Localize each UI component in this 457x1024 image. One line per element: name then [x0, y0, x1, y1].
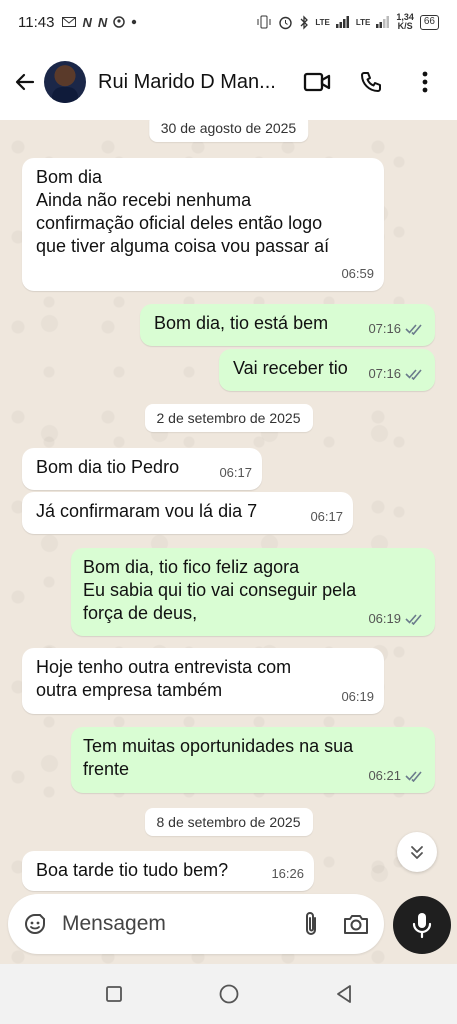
camera-icon — [344, 915, 368, 934]
video-call-icon — [303, 72, 331, 92]
battery-indicator: 66 — [419, 14, 439, 30]
message-time: 06:19 — [341, 689, 374, 704]
back-triangle-icon — [336, 985, 351, 1003]
voice-call-button[interactable] — [355, 66, 387, 98]
incoming-message[interactable]: Já confirmaram vou lá dia 7 06:17 — [22, 492, 353, 534]
more-options-button[interactable] — [409, 66, 441, 98]
sticker-button[interactable] — [22, 911, 48, 937]
mic-icon — [412, 913, 432, 939]
message-text: Bom dia Ainda não recebi nenhuma confirm… — [36, 167, 330, 256]
more-vert-icon — [422, 71, 428, 93]
double-check-icon — [405, 323, 422, 335]
sticker-icon — [24, 914, 45, 934]
lte-signal-1: LTE — [315, 17, 330, 27]
message-time: 07:16 — [368, 321, 401, 336]
message-time: 06:19 — [368, 611, 401, 626]
incoming-message[interactable]: Hoje tenho outra entrevista com outra em… — [22, 648, 384, 714]
system-nav-bar — [0, 964, 457, 1024]
home-circle-icon — [219, 984, 238, 1004]
message-time: 06:17 — [310, 509, 343, 524]
double-check-icon — [405, 368, 422, 380]
chat-header: Rui Marido D Man... — [0, 44, 457, 120]
date-separator: 2 de setembro de 2025 — [144, 404, 313, 432]
home-button[interactable] — [218, 983, 240, 1005]
attach-button[interactable] — [302, 910, 320, 938]
date-separator: 8 de setembro de 2025 — [144, 808, 313, 836]
outgoing-message[interactable]: Bom dia, tio está bem 07:16 — [140, 304, 435, 346]
netflix-icon: N — [82, 14, 92, 30]
bluetooth-icon — [300, 14, 309, 30]
signal-icon — [376, 16, 390, 28]
recents-button[interactable] — [105, 985, 123, 1003]
outgoing-message[interactable]: Bom dia, tio fico feliz agora Eu sabia q… — [71, 548, 435, 636]
incoming-message[interactable]: Bom dia tio Pedro 06:17 — [22, 448, 262, 490]
double-chevron-down-icon — [411, 846, 423, 859]
message-time: 06:21 — [368, 768, 401, 783]
avatar[interactable] — [44, 61, 86, 103]
dot-icon — [132, 19, 137, 25]
chat-area[interactable]: 30 de agosto de 2025 Bom dia Ainda não r… — [0, 120, 457, 964]
alarm-icon — [279, 16, 293, 29]
message-text: Boa tarde tio tudo bem? — [36, 860, 229, 880]
message-time: 07:16 — [368, 366, 401, 381]
message-text: Já confirmaram vou lá dia 7 — [36, 501, 258, 521]
network-speed: 1,34 K/S — [396, 12, 414, 31]
recents-square-icon — [105, 986, 122, 1002]
video-call-button[interactable] — [301, 66, 333, 98]
status-bar: 11:43 N N LTE LTE 1,34 K/S 66 — [0, 0, 457, 44]
outgoing-message[interactable]: Vai receber tio 07:16 — [219, 349, 435, 391]
camera-button[interactable] — [342, 912, 370, 936]
incoming-message[interactable]: Boa tarde tio tudo bem? 16:26 — [22, 851, 314, 891]
lte-signal-2: LTE — [355, 17, 371, 27]
scroll-to-bottom-button[interactable] — [397, 832, 437, 872]
system-back-button[interactable] — [335, 984, 353, 1004]
double-check-icon — [405, 770, 422, 782]
double-check-icon — [405, 613, 422, 625]
message-composer — [8, 894, 384, 954]
date-separator: 30 de agosto de 2025 — [148, 120, 309, 142]
message-text: Hoje tenho outra entrevista com outra em… — [36, 657, 292, 700]
outgoing-message[interactable]: Tem muitas oportunidades na sua frente 0… — [71, 727, 435, 793]
email-icon — [62, 17, 77, 27]
signal-icon — [335, 16, 349, 28]
status-time: 11:43 — [18, 13, 55, 31]
message-text: Bom dia tio Pedro — [36, 457, 180, 477]
message-input[interactable] — [62, 912, 252, 936]
phone-icon — [361, 72, 381, 92]
message-time: 06:59 — [341, 266, 374, 281]
back-button[interactable] — [10, 67, 40, 97]
message-time: 16:26 — [271, 866, 304, 881]
voice-message-button[interactable] — [393, 896, 451, 954]
attach-icon — [306, 912, 316, 935]
vibrate-icon — [257, 15, 271, 29]
back-arrow-icon — [15, 73, 35, 91]
incoming-message[interactable]: Bom dia Ainda não recebi nenhuma confirm… — [22, 158, 384, 291]
netflix-icon: N — [97, 14, 108, 30]
pinterest-icon — [113, 16, 125, 28]
message-time: 06:17 — [219, 465, 252, 480]
contact-name[interactable]: Rui Marido D Man... — [98, 71, 293, 94]
